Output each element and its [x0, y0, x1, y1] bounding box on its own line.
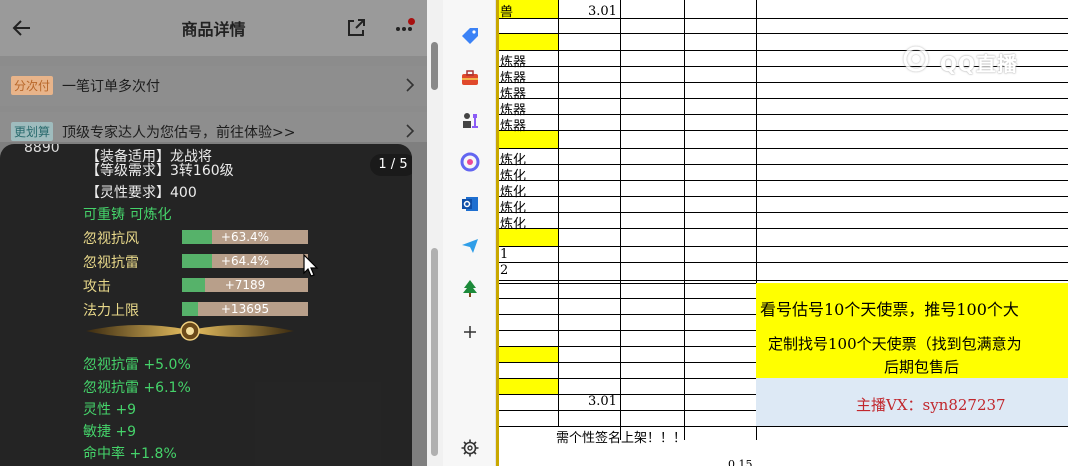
valuation-text: 顶级专家达人为您估号，前往体验>> [62, 125, 296, 141]
grid-line [496, 148, 1068, 149]
add-icon[interactable] [460, 322, 480, 342]
grid-line [496, 180, 1068, 181]
mouse-cursor-icon [303, 254, 319, 277]
spreadsheet[interactable]: 兽炼器 炼器 炼器 炼器 炼器 炼化 炼化 炼化 炼化 炼化 1 2 看号估号10个天使票，推号100… [496, 0, 1068, 466]
grid-line [496, 18, 1068, 19]
share-icon[interactable] [345, 17, 367, 39]
chess-icon[interactable] [460, 110, 480, 130]
grid-line [496, 130, 1068, 131]
mobile-app-panel: 商品详情 分次付 一笔订单多次付 更划算 顶级专家达人为您估号，前往体验>> 8… [0, 0, 427, 466]
outlook-icon[interactable] [460, 194, 480, 214]
grid-line [496, 394, 756, 395]
tooltip-tags: 可重铸 可炼化 [83, 207, 172, 223]
price-partial: 8890 [24, 144, 60, 156]
grid-line [496, 362, 756, 363]
promo-text-3: 后期包售后 [884, 358, 960, 376]
highlight-cell[interactable] [496, 346, 558, 362]
highlight-cell[interactable] [496, 33, 558, 50]
tooltip-line: 【灵性要求】400 [86, 185, 197, 201]
tooltip-line: 【等级需求】3转160级 [86, 163, 234, 179]
attribute-label: 法力上限 [83, 303, 139, 319]
cut-value: 0.15 [728, 458, 753, 466]
bonus-line: 敏捷 +9 [83, 424, 137, 440]
cell-label: 炼化 [500, 217, 527, 232]
attribute-value: +13695 [220, 302, 270, 316]
scrollbar-thumb[interactable] [431, 42, 438, 90]
browser-sidebar [443, 0, 496, 466]
grid-line [496, 33, 1068, 34]
promo-text-1: 看号估号10个天使票，推号100个大 [760, 300, 1019, 319]
grid-line [496, 82, 1068, 83]
notification-dot [408, 18, 415, 25]
attribute-label: 忽视抗雷 [83, 255, 139, 271]
grid-line [496, 410, 756, 411]
briefcase-icon[interactable] [460, 68, 480, 88]
grid-line [496, 280, 1068, 281]
installment-tag: 分次付 [11, 76, 54, 95]
send-icon[interactable] [460, 236, 480, 256]
scrollbar-thumb-lower[interactable] [431, 248, 438, 456]
footer-note: 需个性签名上架！！！ [556, 431, 687, 446]
attribute-label: 攻击 [83, 279, 111, 295]
chevron-right-icon [406, 78, 415, 92]
grid-line [496, 98, 1068, 99]
bonus-line: 命中率 +1.8% [83, 446, 177, 462]
app-scrollbar[interactable] [427, 0, 443, 466]
grid-line [684, 0, 685, 440]
grid-line [496, 298, 756, 299]
tree-icon[interactable] [460, 278, 480, 298]
cell-value: 3.01 [588, 4, 617, 19]
cell-label: 2 [500, 263, 509, 278]
grid-line [496, 164, 1068, 165]
valuation-tag: 更划算 [11, 122, 54, 141]
chevron-right-icon [406, 124, 415, 138]
anchor-contact: 主播VX：syn827237 [856, 396, 1006, 414]
grid-line [496, 212, 1068, 213]
highlight-cell[interactable] [496, 378, 558, 394]
attribute-value: +64.4% [220, 254, 270, 268]
sheet-edge [496, 0, 499, 466]
copilot-icon[interactable] [460, 152, 480, 172]
settings-icon[interactable] [460, 438, 480, 458]
tag-icon[interactable] [460, 26, 480, 46]
grid-line [496, 346, 756, 347]
attribute-bar: +7189 [182, 278, 308, 292]
attribute-bar: +64.4% [182, 254, 308, 268]
page-indicator: 1 / 5 [370, 154, 412, 176]
bonus-line: 忽视抗雷 +5.0% [83, 357, 191, 373]
cell-label: 炼器 [500, 119, 527, 134]
promo-text-2: 定制找号100个天使票（找到包满意为 [768, 335, 1022, 353]
grid-line [496, 114, 1068, 115]
grid-line [496, 196, 1068, 197]
installment-row[interactable]: 分次付 一笔订单多次付 [0, 66, 427, 106]
attribute-bar: +63.4% [182, 230, 308, 244]
attribute-label: 忽视抗风 [83, 231, 139, 247]
grid-line [496, 314, 756, 315]
grid-line [496, 228, 1068, 229]
grid-line [558, 0, 559, 426]
cell-label: 1 [500, 247, 509, 262]
grid-line [496, 262, 1068, 263]
equipment-tooltip: 8890 【装备适用】龙战将 【等级需求】3转160级 【灵性要求】400 1 … [0, 144, 412, 466]
attribute-value: +63.4% [220, 230, 270, 244]
attribute-bar: +13695 [182, 302, 308, 316]
watermark-text: QQ直播 [940, 52, 1019, 76]
cell-value: 3.01 [588, 394, 617, 409]
grid-line [620, 0, 621, 440]
grid-line [496, 330, 756, 331]
bonus-line: 忽视抗雷 +6.1% [83, 380, 191, 396]
app-header: 商品详情 [0, 0, 427, 56]
attribute-value: +7189 [224, 278, 266, 292]
ornament-divider-icon [86, 321, 294, 341]
installment-text: 一笔订单多次付 [62, 79, 160, 95]
grid-line [496, 246, 1068, 247]
bonus-line: 灵性 +9 [83, 402, 137, 418]
